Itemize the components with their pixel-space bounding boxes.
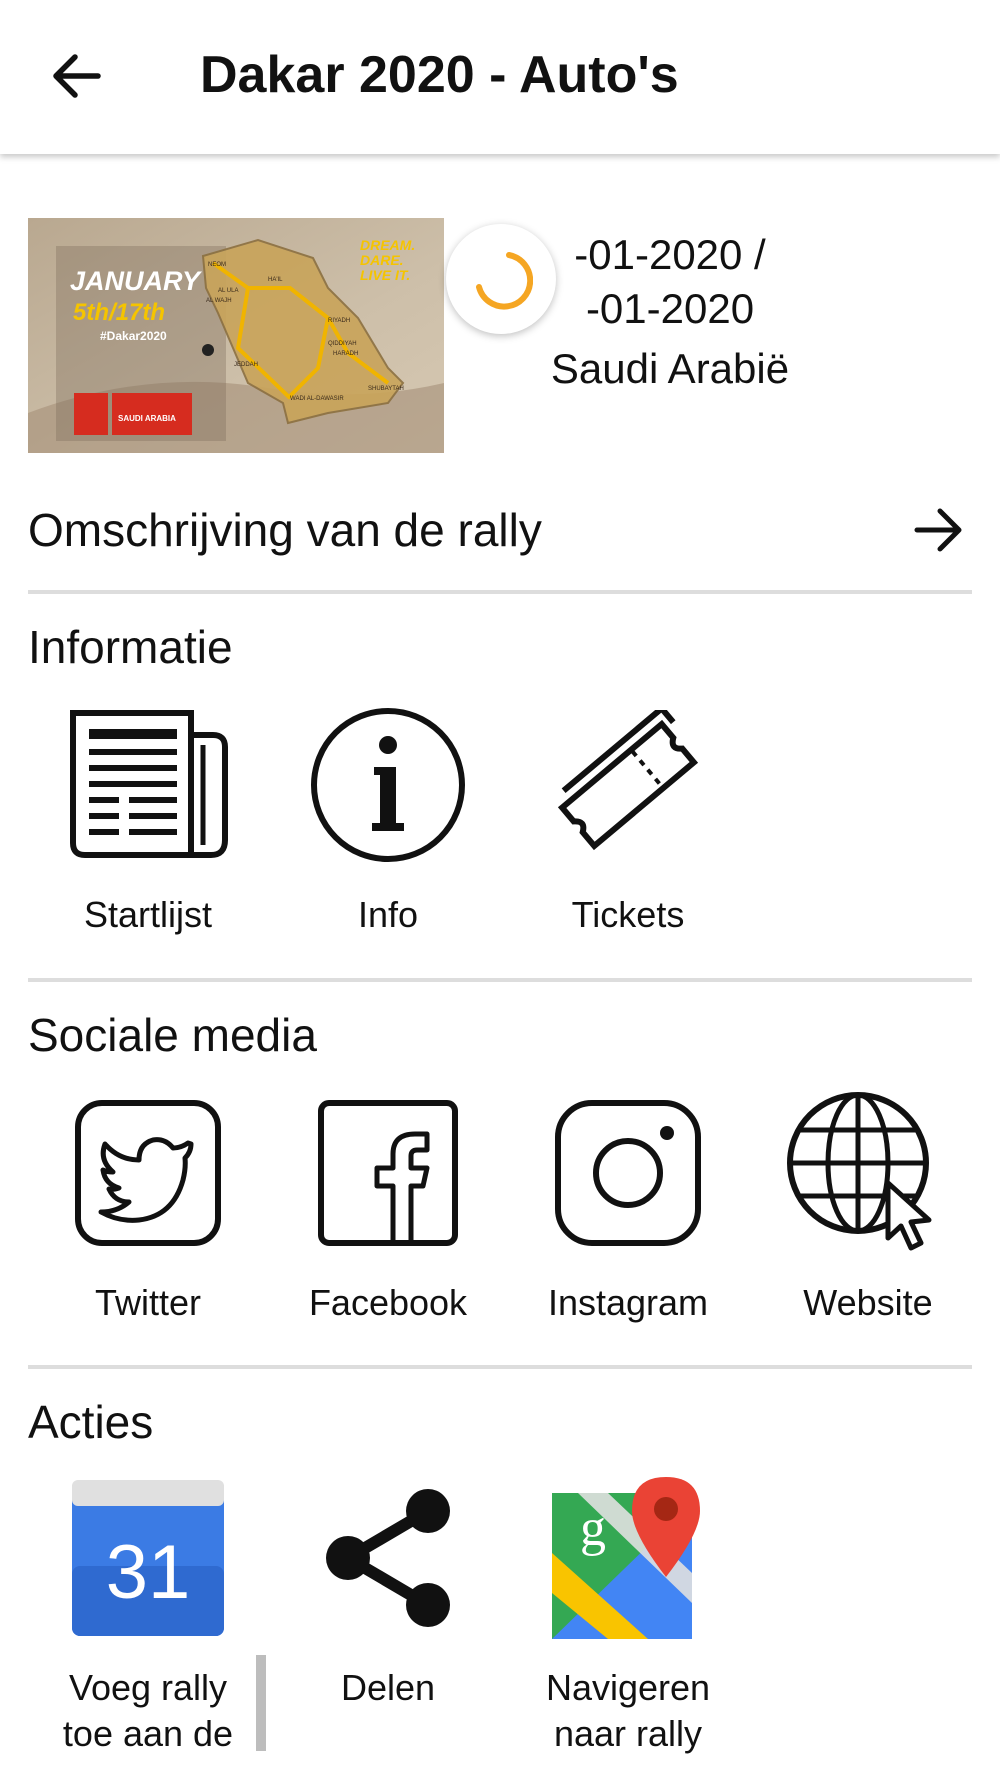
divider bbox=[28, 1365, 972, 1369]
description-label: Omschrijving van de rally bbox=[28, 504, 542, 556]
maps-letter: g bbox=[580, 1500, 606, 1557]
map-label-alwajh: AL WAJH bbox=[206, 298, 232, 304]
map-label-neom: NEOM bbox=[208, 262, 226, 268]
arrow-right-icon bbox=[914, 508, 962, 552]
map-label-shubaytah: SHUBAYTAH bbox=[368, 386, 404, 392]
poster-hashtag: #Dakar2020 bbox=[100, 329, 167, 343]
startlijst-button[interactable]: Startlijst bbox=[28, 700, 268, 938]
info-icon bbox=[311, 708, 465, 862]
add-to-calendar-button[interactable]: 31 Voeg rally toe aan de bbox=[28, 1473, 268, 1757]
share-icon bbox=[326, 1489, 450, 1627]
calendar-day: 31 bbox=[106, 1530, 191, 1615]
map-label-wadi-al-dawasir: WADI AL-DAWASIR bbox=[290, 396, 344, 402]
add-to-calendar-label: Voeg rally toe aan de bbox=[62, 1667, 234, 1754]
navigate-label: Navigeren naar rally bbox=[545, 1667, 711, 1754]
maps-icon: g bbox=[552, 1477, 700, 1639]
poster-dates: 5th/17th bbox=[73, 299, 165, 326]
newspaper-icon bbox=[70, 710, 228, 858]
spinner-icon bbox=[476, 252, 533, 310]
instagram-button[interactable]: Instagram bbox=[508, 1088, 748, 1326]
section-title-acties: Acties bbox=[28, 1396, 154, 1448]
poster-month: JANUARY bbox=[70, 266, 203, 296]
share-button[interactable]: Delen bbox=[268, 1473, 508, 1757]
website-label: Website bbox=[803, 1282, 933, 1323]
map-label-hail: HA'IL bbox=[268, 277, 283, 283]
map-label-alula: AL ULA bbox=[218, 288, 238, 294]
map-label-jeddah: JEDDAH bbox=[234, 362, 258, 368]
website-button[interactable]: Website bbox=[748, 1088, 988, 1326]
divider bbox=[28, 590, 972, 594]
instagram-icon bbox=[555, 1100, 701, 1246]
social-media-grid: Twitter Facebook Instagram Website bbox=[28, 1088, 988, 1326]
map-label-qiddiyah: QIDDIYAH bbox=[328, 341, 357, 347]
ticket-icon bbox=[557, 710, 699, 851]
globe-cursor-icon bbox=[787, 1092, 932, 1251]
rally-country: Saudi Arabië bbox=[550, 345, 790, 392]
loading-spinner bbox=[446, 224, 556, 334]
poster-slogan-2: DARE. bbox=[360, 252, 404, 268]
facebook-label: Facebook bbox=[308, 1282, 468, 1323]
acties-grid: 31 Voeg rally toe aan de Delen g Naviger… bbox=[28, 1473, 988, 1757]
app-bar: Dakar 2020 - Auto's bbox=[0, 0, 1000, 154]
description-link[interactable]: Omschrijving van de rally bbox=[28, 495, 972, 565]
arrow-left-icon bbox=[53, 54, 101, 98]
poster-country-badge: SAUDI ARABIA bbox=[118, 414, 176, 423]
info-label: Info bbox=[357, 894, 419, 935]
twitter-icon bbox=[75, 1100, 221, 1246]
back-button[interactable] bbox=[40, 40, 112, 112]
map-label-haradh: HARADH bbox=[333, 351, 358, 357]
instagram-label: Instagram bbox=[547, 1282, 709, 1323]
poster-slogan-1: DREAM. bbox=[360, 237, 415, 253]
info-button[interactable]: Info bbox=[268, 700, 508, 938]
poster-slogan-3: LIVE IT. bbox=[360, 267, 410, 283]
twitter-label: Twitter bbox=[94, 1282, 201, 1323]
twitter-button[interactable]: Twitter bbox=[28, 1088, 268, 1326]
navigate-button[interactable]: g Navigeren naar rally bbox=[508, 1473, 748, 1757]
scroll-indicator bbox=[256, 1655, 266, 1751]
facebook-button[interactable]: Facebook bbox=[268, 1088, 508, 1326]
tickets-label: Tickets bbox=[571, 894, 685, 935]
share-label: Delen bbox=[340, 1667, 436, 1708]
divider bbox=[28, 978, 972, 982]
startlijst-label: Startlijst bbox=[83, 894, 213, 935]
rally-poster-image: NEOM HA'IL AL ULA AL WAJH RIYADH QIDDIYA… bbox=[28, 218, 444, 453]
calendar-icon: 31 bbox=[72, 1480, 224, 1636]
section-title-informatie: Informatie bbox=[28, 621, 233, 673]
informatie-grid: Startlijst Info Tickets bbox=[28, 700, 988, 938]
facebook-icon bbox=[318, 1100, 458, 1246]
tickets-button[interactable]: Tickets bbox=[508, 700, 748, 938]
map-label-riyadh: RIYADH bbox=[328, 318, 350, 324]
page-title: Dakar 2020 - Auto's bbox=[200, 46, 679, 104]
section-title-sociale-media: Sociale media bbox=[28, 1009, 317, 1061]
